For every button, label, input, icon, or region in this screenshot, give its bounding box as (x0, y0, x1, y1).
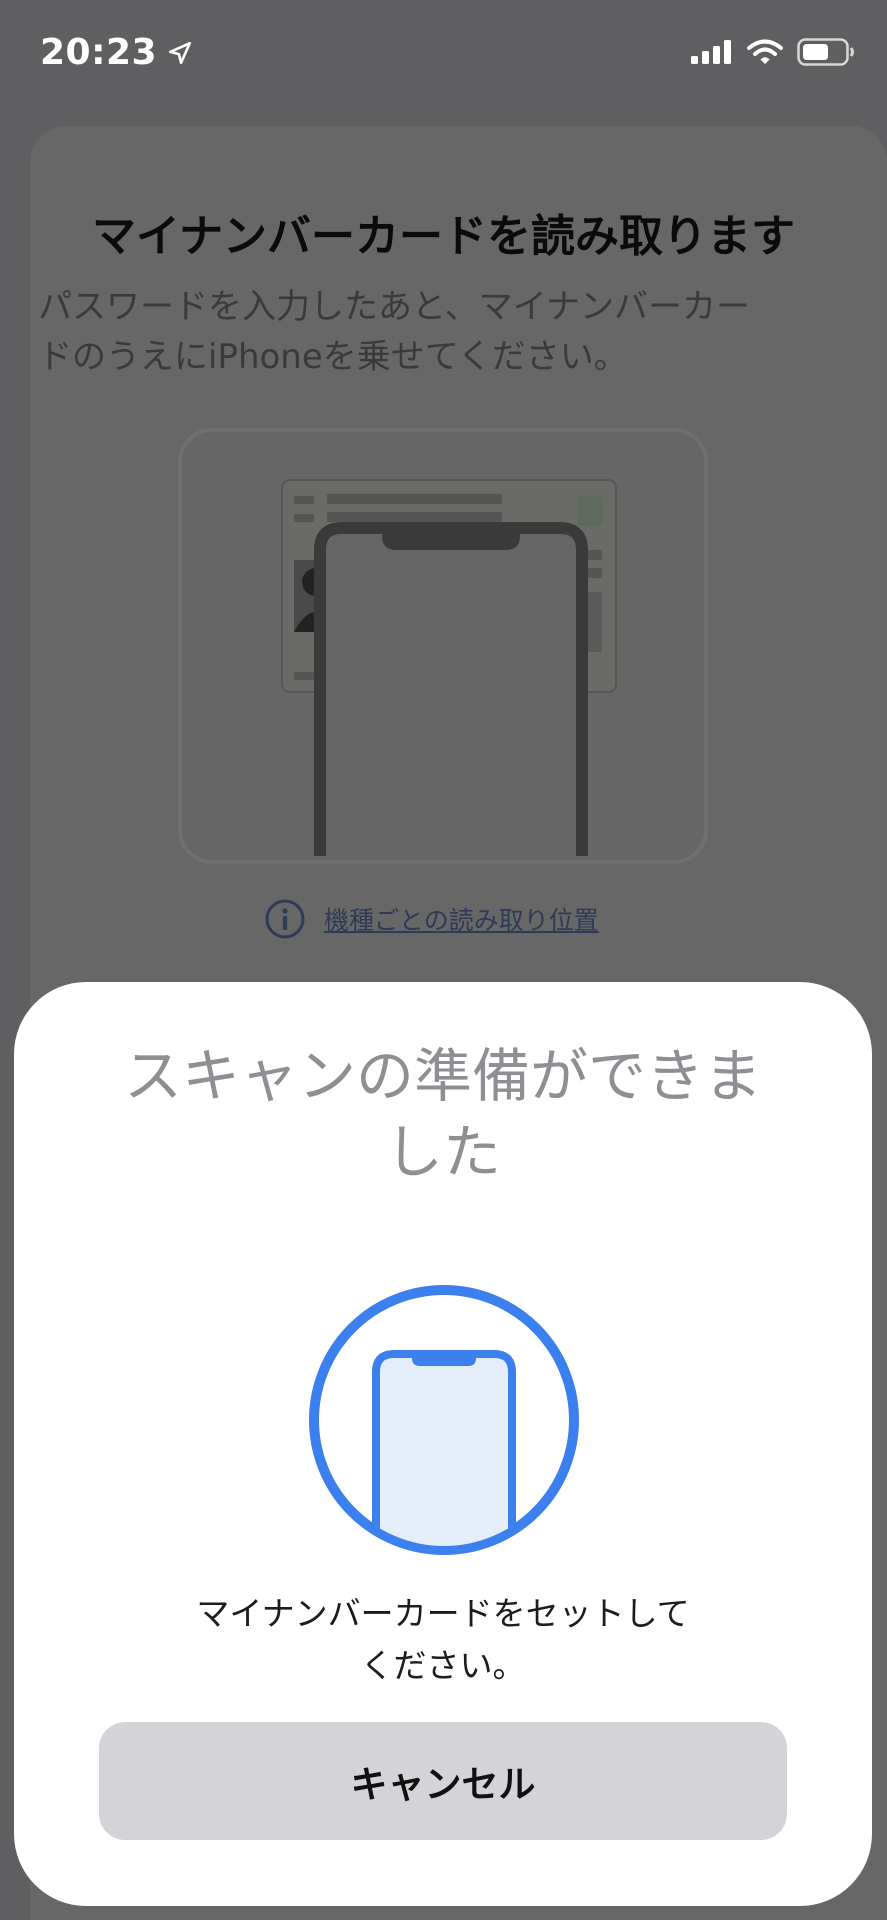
scan-sheet-title: スキャンの準備ができま した (14, 1038, 872, 1190)
cellular-signal-icon (691, 40, 731, 64)
page-description: パスワードを入力したあと、マイナンバーカー ドのうえにiPhoneを乗せてくださ… (38, 282, 858, 382)
page-description-line2: ドのうえにiPhoneを乗せてください。 (38, 337, 628, 377)
status-time-text: 20:23 (40, 32, 158, 73)
scan-sheet-title-line1: スキャンの準備ができま (123, 1042, 762, 1110)
scan-sheet-title-line2: した (384, 1118, 501, 1186)
page-title: マイナンバーカードを読み取ります (91, 211, 796, 262)
location-arrow-icon (169, 41, 192, 64)
scan-sheet-message-line1: マイナンバーカードをセットして (196, 1594, 690, 1633)
status-bar: 20:23 (0, 0, 887, 110)
id-card-illustration (281, 479, 617, 856)
iphone-on-card-illustration (178, 428, 708, 864)
status-icons (691, 38, 855, 66)
scan-sheet-message: マイナンバーカードをセットして ください。 (14, 1588, 872, 1692)
page-description-line1: パスワードを入力したあと、マイナンバーカー (38, 287, 750, 327)
nfc-scan-sheet: スキャンの準備ができま した マイナンバーカードをセットして ください。 キャン… (14, 982, 872, 1906)
status-time: 20:23 (40, 32, 193, 73)
wifi-icon (747, 39, 783, 64)
phone-nfc-icon (309, 1285, 579, 1555)
reading-position-link[interactable]: 機種ごとの読み取り位置 (264, 898, 599, 940)
cancel-button[interactable]: キャンセル (99, 1722, 787, 1840)
scan-sheet-message-line2: ください。 (360, 1646, 526, 1685)
reading-position-link-text[interactable]: 機種ごとの読み取り位置 (324, 901, 599, 937)
info-circle-icon (265, 899, 305, 939)
battery-icon (797, 38, 854, 66)
